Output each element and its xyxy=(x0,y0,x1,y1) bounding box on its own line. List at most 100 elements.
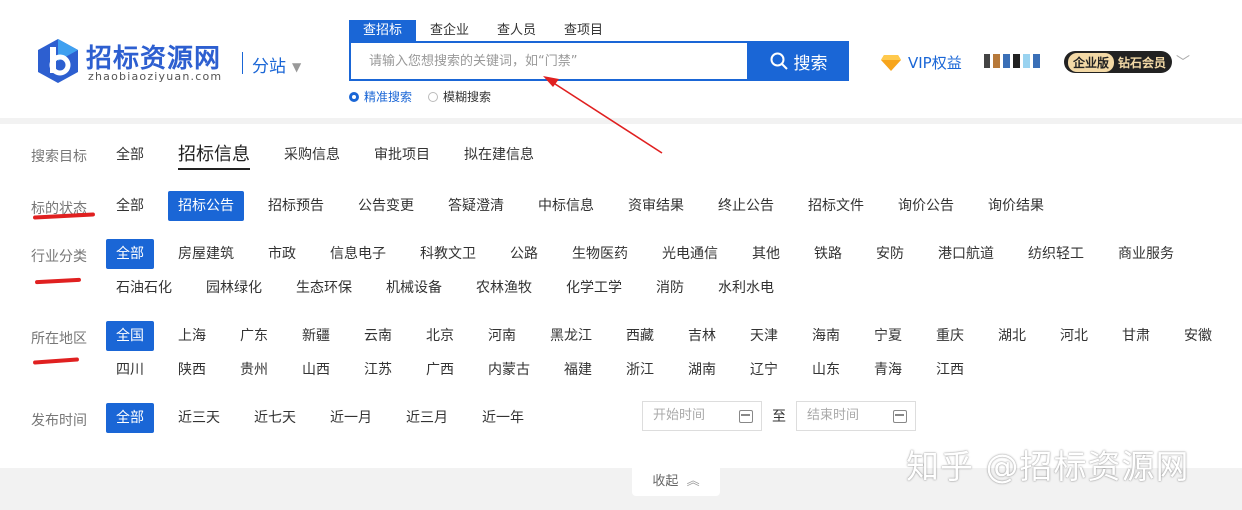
industry-option[interactable]: 化学工学 xyxy=(556,273,632,303)
nick-glyph-icon xyxy=(1023,54,1030,68)
region-option[interactable]: 山西 xyxy=(292,355,340,385)
region-option[interactable]: 宁夏 xyxy=(864,321,912,351)
region-option[interactable]: 甘肃 xyxy=(1112,321,1160,351)
chevron-down-icon[interactable]: ﹀ xyxy=(1176,52,1190,72)
industry-option[interactable]: 市政 xyxy=(258,239,306,269)
status-option[interactable]: 全部 xyxy=(106,191,154,221)
industry-option[interactable]: 科教文卫 xyxy=(410,239,486,269)
time-option[interactable]: 近一年 xyxy=(472,403,534,433)
region-option[interactable]: 浙江 xyxy=(616,355,664,385)
industry-option[interactable]: 农林渔牧 xyxy=(466,273,542,303)
industry-option[interactable]: 机械设备 xyxy=(376,273,452,303)
selected-underline xyxy=(178,168,250,170)
region-option[interactable]: 上海 xyxy=(168,321,216,351)
region-option[interactable]: 广西 xyxy=(416,355,464,385)
target-option[interactable]: 全部 xyxy=(106,140,154,170)
region-option[interactable]: 湖北 xyxy=(988,321,1036,351)
region-option[interactable]: 河南 xyxy=(478,321,526,351)
region-option[interactable]: 安徽 xyxy=(1174,321,1222,351)
target-option[interactable]: 拟在建信息 xyxy=(454,140,544,170)
industry-option[interactable]: 安防 xyxy=(866,239,914,269)
status-option[interactable]: 招标公告 xyxy=(168,191,244,221)
target-option[interactable]: 采购信息 xyxy=(274,140,350,170)
region-option[interactable]: 江西 xyxy=(926,355,974,385)
region-option[interactable]: 北京 xyxy=(416,321,464,351)
region-option[interactable]: 湖南 xyxy=(678,355,726,385)
industry-option[interactable]: 房屋建筑 xyxy=(168,239,244,269)
region-option[interactable]: 贵州 xyxy=(230,355,278,385)
end-date-placeholder: 结束时间 xyxy=(807,408,860,423)
industry-option[interactable]: 石油石化 xyxy=(106,273,182,303)
region-option[interactable]: 吉林 xyxy=(678,321,726,351)
target-option[interactable]: 审批项目 xyxy=(364,140,440,170)
mode-precise[interactable]: 精准搜索 xyxy=(349,88,412,105)
region-option[interactable]: 山东 xyxy=(802,355,850,385)
region-option[interactable]: 河北 xyxy=(1050,321,1098,351)
industry-option[interactable]: 港口航道 xyxy=(928,239,1004,269)
region-option[interactable]: 西藏 xyxy=(616,321,664,351)
region-option[interactable]: 全国 xyxy=(106,321,154,351)
region-option[interactable]: 辽宁 xyxy=(740,355,788,385)
region-option[interactable]: 海南 xyxy=(802,321,850,351)
status-option[interactable]: 询价结果 xyxy=(978,191,1054,221)
site-logo[interactable]: 招标资源网 zhaobiaoziyuan.com xyxy=(36,38,236,88)
industry-option[interactable]: 园林绿化 xyxy=(196,273,272,303)
region-option[interactable]: 青海 xyxy=(864,355,912,385)
search-input[interactable] xyxy=(351,43,747,79)
industry-option[interactable]: 公路 xyxy=(500,239,548,269)
region-option[interactable]: 陕西 xyxy=(168,355,216,385)
region-option[interactable]: 四川 xyxy=(106,355,154,385)
time-option[interactable]: 全部 xyxy=(106,403,154,433)
member-badge[interactable]: 企业版 钻石会员 xyxy=(1064,51,1173,73)
start-date-field[interactable]: 开始时间 xyxy=(642,401,762,431)
region-option[interactable]: 新疆 xyxy=(292,321,340,351)
industry-option[interactable]: 铁路 xyxy=(804,239,852,269)
status-option[interactable]: 资审结果 xyxy=(618,191,694,221)
end-date-field[interactable]: 结束时间 xyxy=(796,401,916,431)
industry-option[interactable]: 其他 xyxy=(742,239,790,269)
region-option[interactable]: 内蒙古 xyxy=(478,355,540,385)
collapse-button[interactable]: 收起 ︽ xyxy=(632,468,720,496)
nick-glyph-icon xyxy=(993,54,1000,68)
user-nickname-icons[interactable] xyxy=(984,52,1060,70)
time-option[interactable]: 近三天 xyxy=(168,403,230,433)
region-option[interactable]: 天津 xyxy=(740,321,788,351)
time-option[interactable]: 近一月 xyxy=(320,403,382,433)
industry-option[interactable]: 生物医药 xyxy=(562,239,638,269)
status-option[interactable]: 招标文件 xyxy=(798,191,874,221)
status-option[interactable]: 公告变更 xyxy=(348,191,424,221)
member-level: 钻石会员 xyxy=(1118,55,1167,70)
industry-option[interactable]: 生态环保 xyxy=(286,273,362,303)
status-option[interactable]: 询价公告 xyxy=(888,191,964,221)
time-option[interactable]: 近七天 xyxy=(244,403,306,433)
industry-option[interactable]: 信息电子 xyxy=(320,239,396,269)
industry-option[interactable]: 纺织轻工 xyxy=(1018,239,1094,269)
industry-option[interactable]: 消防 xyxy=(646,273,694,303)
industry-option[interactable]: 光电通信 xyxy=(652,239,728,269)
region-option[interactable]: 广东 xyxy=(230,321,278,351)
status-option[interactable]: 终止公告 xyxy=(708,191,784,221)
target-option[interactable]: 招标信息 xyxy=(168,140,260,170)
industry-option[interactable]: 商业服务 xyxy=(1108,239,1184,269)
region-option[interactable]: 云南 xyxy=(354,321,402,351)
status-option[interactable]: 招标预告 xyxy=(258,191,334,221)
search-icon xyxy=(770,52,788,70)
region-option[interactable]: 福建 xyxy=(554,355,602,385)
time-option[interactable]: 近三月 xyxy=(396,403,458,433)
industry-option[interactable]: 全部 xyxy=(106,239,154,269)
status-option[interactable]: 中标信息 xyxy=(528,191,604,221)
region-option[interactable]: 重庆 xyxy=(926,321,974,351)
region-option[interactable]: 江苏 xyxy=(354,355,402,385)
status-option[interactable]: 答疑澄清 xyxy=(438,191,514,221)
search-button-label: 搜索 xyxy=(793,53,828,74)
mode-fuzzy[interactable]: 模糊搜索 xyxy=(428,88,491,105)
region-option[interactable]: 黑龙江 xyxy=(540,321,602,351)
tab-search-bids[interactable]: 查招标 xyxy=(349,20,417,41)
tab-search-people[interactable]: 查人员 xyxy=(483,20,550,41)
industry-option[interactable]: 水利水电 xyxy=(708,273,784,303)
vip-benefits-link[interactable]: VIP权益 xyxy=(880,52,962,73)
branch-selector[interactable]: 分站 ▼ xyxy=(252,52,301,77)
search-button[interactable]: 搜索 xyxy=(748,41,849,81)
tab-search-projects[interactable]: 查项目 xyxy=(550,20,617,41)
tab-search-companies[interactable]: 查企业 xyxy=(416,20,483,41)
